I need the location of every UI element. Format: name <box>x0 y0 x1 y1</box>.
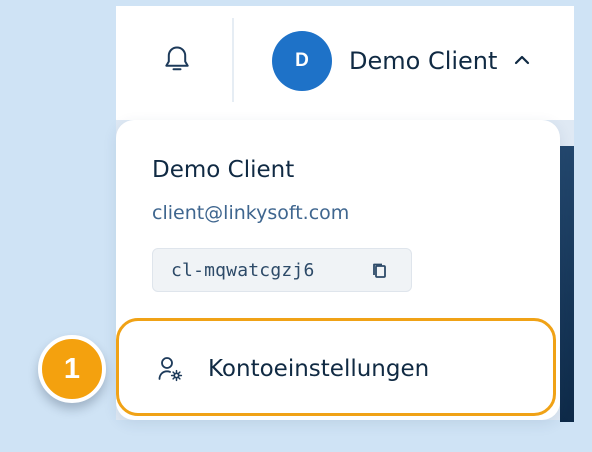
account-settings-menu-item[interactable]: Kontoeinstellungen <box>116 318 556 416</box>
account-settings-label: Kontoeinstellungen <box>208 356 430 382</box>
step-number-badge: 1 <box>38 335 106 403</box>
bell-icon <box>165 46 189 71</box>
header-divider <box>232 18 234 102</box>
dropdown-user-email: client@linkysoft.com <box>152 202 350 224</box>
client-id: cl-mqwatcgzj6 <box>171 259 315 281</box>
app-screen: D Demo Client Demo Client client@linkyso… <box>0 0 592 452</box>
chevron-up-icon <box>512 50 532 70</box>
avatar: D <box>272 31 332 91</box>
notifications-button[interactable] <box>150 32 204 86</box>
user-dropdown-menu: Demo Client client@linkysoft.com cl-mqwa… <box>116 120 560 420</box>
app-background-panel <box>560 146 574 422</box>
user-name: Demo Client <box>349 47 498 75</box>
user-settings-icon <box>158 357 183 382</box>
dropdown-user-name: Demo Client <box>152 157 295 183</box>
client-id-copy-chip[interactable]: cl-mqwatcgzj6 <box>152 248 412 292</box>
copy-icon <box>373 263 386 278</box>
user-menu-button[interactable]: D Demo Client <box>272 31 552 91</box>
